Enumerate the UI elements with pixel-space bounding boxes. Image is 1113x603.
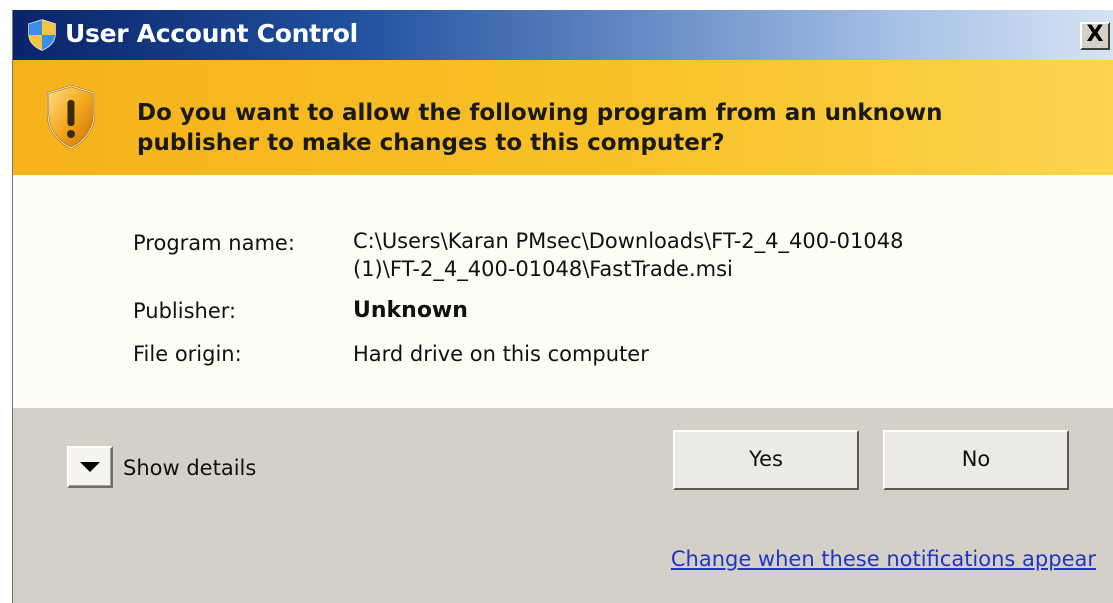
- uac-dialog: User Account Control X Do you want to al…: [12, 10, 1113, 603]
- close-button[interactable]: X: [1080, 22, 1110, 50]
- banner-question-line1: Do you want to allow the following progr…: [137, 100, 943, 126]
- yes-button[interactable]: Yes: [673, 430, 859, 490]
- chevron-down-icon: [80, 462, 100, 472]
- program-name-value-line1: C:\Users\Karan PMsec\Downloads\FT-2_4_40…: [353, 229, 904, 253]
- warning-banner: Do you want to allow the following progr…: [13, 60, 1113, 175]
- notifications-settings-link[interactable]: Change when these notifications appear: [671, 547, 1096, 571]
- program-name-value: C:\Users\Karan PMsec\Downloads\FT-2_4_40…: [353, 227, 904, 283]
- close-icon: X: [1086, 22, 1104, 47]
- program-name-label: Program name:: [133, 231, 295, 255]
- program-details-panel: Program name: C:\Users\Karan PMsec\Downl…: [13, 175, 1113, 408]
- file-origin-value: Hard drive on this computer: [353, 342, 649, 366]
- show-details-label[interactable]: Show details: [123, 456, 256, 480]
- show-details-toggle[interactable]: [67, 446, 113, 488]
- title-bar: User Account Control X: [13, 10, 1113, 60]
- program-name-value-line2: (1)\FT-2_4_400-01048\FastTrade.msi: [353, 257, 733, 281]
- dialog-footer: Show details Yes No Change when these no…: [13, 408, 1113, 603]
- uac-shield-icon: [28, 19, 56, 51]
- window-title: User Account Control: [65, 19, 358, 48]
- banner-question-line2: publisher to make changes to this comput…: [137, 130, 725, 156]
- file-origin-label: File origin:: [133, 342, 242, 366]
- publisher-value: Unknown: [353, 298, 468, 323]
- banner-question: Do you want to allow the following progr…: [137, 98, 1077, 158]
- no-button[interactable]: No: [883, 430, 1069, 490]
- publisher-label: Publisher:: [133, 299, 237, 323]
- warning-shield-icon: [47, 84, 95, 150]
